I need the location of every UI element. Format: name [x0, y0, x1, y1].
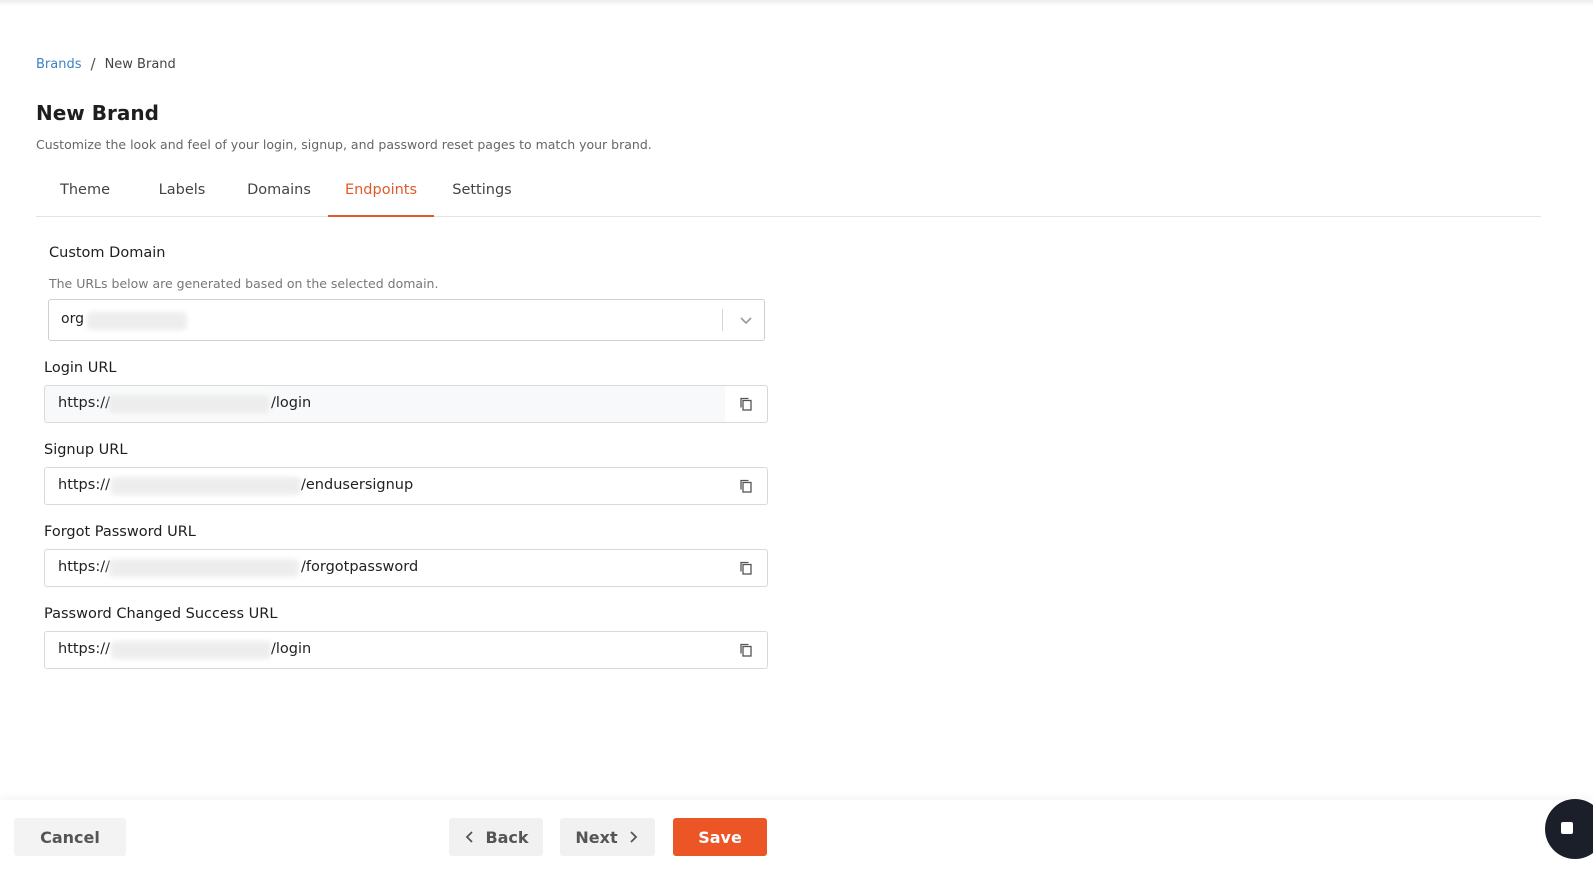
password-changed-url-field[interactable]: https:// /login [44, 631, 768, 669]
select-divider [722, 309, 723, 331]
cancel-label: Cancel [40, 827, 100, 847]
redacted-domain [87, 312, 187, 330]
forgot-password-url-suffix: /forgotpassword [301, 559, 419, 575]
copy-icon[interactable] [738, 478, 754, 494]
back-button[interactable]: Back [449, 818, 543, 856]
copy-icon[interactable] [738, 642, 754, 658]
signup-url-prefix: https:// [58, 477, 110, 493]
redacted-host [109, 395, 269, 413]
redacted-host [111, 477, 301, 495]
copy-icon[interactable] [738, 396, 754, 412]
cancel-button[interactable]: Cancel [14, 818, 126, 856]
copy-icon[interactable] [738, 560, 754, 576]
tab-theme[interactable]: Theme [50, 170, 120, 217]
signup-url-field[interactable]: https:// /endusersignup [44, 467, 768, 505]
redacted-host [109, 559, 299, 577]
breadcrumb-separator: / [90, 55, 96, 73]
back-label: Back [485, 827, 529, 847]
breadcrumb-current: New Brand [104, 56, 176, 72]
signup-url-suffix: /endusersignup [301, 477, 414, 493]
login-url-label: Login URL [44, 360, 117, 376]
breadcrumb-brands-link[interactable]: Brands [36, 57, 82, 72]
next-button[interactable]: Next [560, 818, 655, 856]
custom-domain-help: The URLs below are generated based on th… [49, 276, 439, 291]
forgot-password-url-field[interactable]: https:// /forgotpassword [44, 549, 768, 587]
tab-endpoints[interactable]: Endpoints [328, 170, 434, 217]
custom-domain-label: Custom Domain [49, 245, 166, 261]
page-title: New Brand [36, 101, 159, 125]
tab-settings[interactable]: Settings [444, 170, 520, 217]
custom-domain-select[interactable]: org [48, 299, 765, 341]
save-label: Save [698, 827, 742, 847]
login-url-field[interactable]: https:// /login [44, 385, 768, 423]
chat-icon [1561, 822, 1573, 834]
login-url-suffix: /login [271, 395, 312, 411]
top-shadow [0, 0, 1593, 6]
next-label: Next [575, 827, 618, 847]
tab-bar: Theme Labels Domains Endpoints Settings [36, 170, 1541, 217]
chevron-left-icon [466, 831, 474, 843]
chevron-down-icon[interactable] [737, 311, 755, 329]
page-description: Customize the look and feel of your logi… [36, 137, 652, 152]
forgot-password-url-label: Forgot Password URL [44, 524, 196, 540]
forgot-password-url-prefix: https:// [58, 559, 110, 575]
save-button[interactable]: Save [673, 818, 767, 856]
login-url-prefix: https:// [58, 395, 110, 411]
footer-bar [0, 800, 1593, 886]
password-changed-url-prefix: https:// [58, 641, 110, 657]
password-changed-url-label: Password Changed Success URL [44, 606, 278, 622]
signup-url-label: Signup URL [44, 442, 128, 458]
tab-domains[interactable]: Domains [239, 170, 319, 217]
password-changed-url-suffix: /login [271, 641, 312, 657]
redacted-host [111, 641, 271, 659]
tab-labels[interactable]: Labels [146, 170, 218, 217]
custom-domain-value: org [61, 311, 84, 327]
chevron-right-icon [629, 831, 637, 843]
breadcrumb: Brands / New Brand [36, 55, 176, 73]
